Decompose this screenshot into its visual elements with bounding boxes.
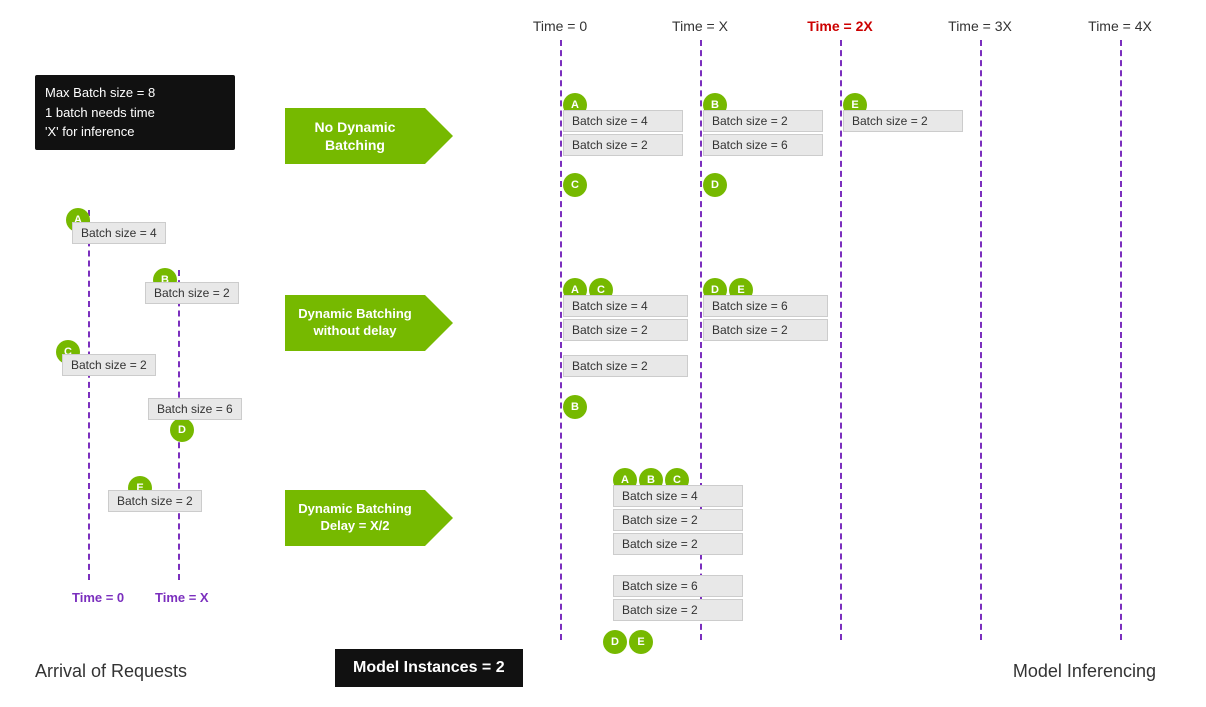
batch-box-b: Batch size = 2: [145, 282, 239, 304]
scenario1-circle-d: D: [703, 173, 727, 197]
s3-batch-abc1: Batch size = 4: [613, 485, 743, 507]
arrival-batch-e: Batch size = 2: [108, 490, 202, 512]
info-box: Max Batch size = 8 1 batch needs time 'X…: [35, 75, 235, 150]
scenario1-box-e: Batch size = 2: [843, 110, 963, 132]
s1-batch-b2: Batch size = 6: [703, 134, 823, 156]
vline-3x: [980, 40, 982, 640]
scenario1-box-b: Batch size = 2 Batch size = 6: [703, 110, 823, 156]
model-inferencing-label: Model Inferencing: [1013, 661, 1156, 682]
vline-2x: [840, 40, 842, 640]
scenario2-circle-b: B: [563, 395, 587, 419]
scenario3-circles-de: D E: [603, 630, 653, 654]
s3-batch-de2: Batch size = 2: [613, 599, 743, 621]
arrival-vline-0: [88, 210, 90, 580]
circle-b-s2: B: [563, 395, 587, 419]
time-x-label: Time = X: [630, 18, 770, 34]
arrival-batch-d: Batch size = 6: [148, 398, 242, 420]
time-0-label: Time = 0: [490, 18, 630, 34]
s1-batch-b1: Batch size = 2: [703, 110, 823, 132]
arrow-dynamic-delay: Dynamic BatchingDelay = X/2: [285, 490, 425, 546]
s3-batch-de1: Batch size = 6: [613, 575, 743, 597]
scenario1-box-a: Batch size = 4 Batch size = 2: [563, 110, 683, 156]
s2-batch-b1: Batch size = 2: [563, 355, 688, 377]
batch-box-e: Batch size = 2: [108, 490, 202, 512]
arrow-no-dynamic: No DynamicBatching: [285, 108, 425, 164]
arrival-batch-c: Batch size = 2: [62, 354, 156, 376]
circle-c-s1: C: [563, 173, 587, 197]
scenario3-box-de: Batch size = 6 Batch size = 2: [613, 575, 743, 621]
arrival-item-d: D: [170, 418, 194, 442]
circle-e-s3: E: [629, 630, 653, 654]
s2-batch-ac2: Batch size = 2: [563, 319, 688, 341]
batch-box-c: Batch size = 2: [62, 354, 156, 376]
s3-batch-abc2: Batch size = 2: [613, 509, 743, 531]
s1-batch-a2: Batch size = 2: [563, 134, 683, 156]
scenario3-box-abc: Batch size = 4 Batch size = 2 Batch size…: [613, 485, 743, 555]
batch-box-a: Batch size = 4: [72, 222, 166, 244]
arrival-batch-a: Batch size = 4: [72, 222, 166, 244]
time-headers: Time = 0 Time = X Time = 2X Time = 3X Ti…: [490, 18, 1190, 34]
circle-d-arrival: D: [170, 418, 194, 442]
s3-batch-abc3: Batch size = 2: [613, 533, 743, 555]
arrival-time-x: Time = X: [155, 590, 209, 605]
circle-d-s3: D: [603, 630, 627, 654]
s2-batch-ac1: Batch size = 4: [563, 295, 688, 317]
scenario2-box-de: Batch size = 6 Batch size = 2: [703, 295, 828, 341]
model-instances-box: Model Instances = 2: [335, 649, 523, 687]
scenario2-box-ac: Batch size = 4 Batch size = 2: [563, 295, 688, 341]
vline-4x: [1120, 40, 1122, 640]
circle-d-s1: D: [703, 173, 727, 197]
time-3x-label: Time = 3X: [910, 18, 1050, 34]
s2-batch-de2: Batch size = 2: [703, 319, 828, 341]
s2-batch-de1: Batch size = 6: [703, 295, 828, 317]
batch-box-d: Batch size = 6: [148, 398, 242, 420]
arrival-batch-b: Batch size = 2: [145, 282, 239, 304]
time-2x-label: Time = 2X: [770, 18, 910, 34]
arrival-time-0: Time = 0: [72, 590, 124, 605]
vline-0: [560, 40, 562, 640]
scenario2-box-b: Batch size = 2: [563, 355, 688, 377]
arrow-dynamic-no-delay: Dynamic Batchingwithout delay: [285, 295, 425, 351]
arrival-of-requests-label: Arrival of Requests: [35, 661, 187, 682]
s1-batch-e1: Batch size = 2: [843, 110, 963, 132]
scenario1-circle-c: C: [563, 173, 587, 197]
s1-batch-a1: Batch size = 4: [563, 110, 683, 132]
time-4x-label: Time = 4X: [1050, 18, 1190, 34]
